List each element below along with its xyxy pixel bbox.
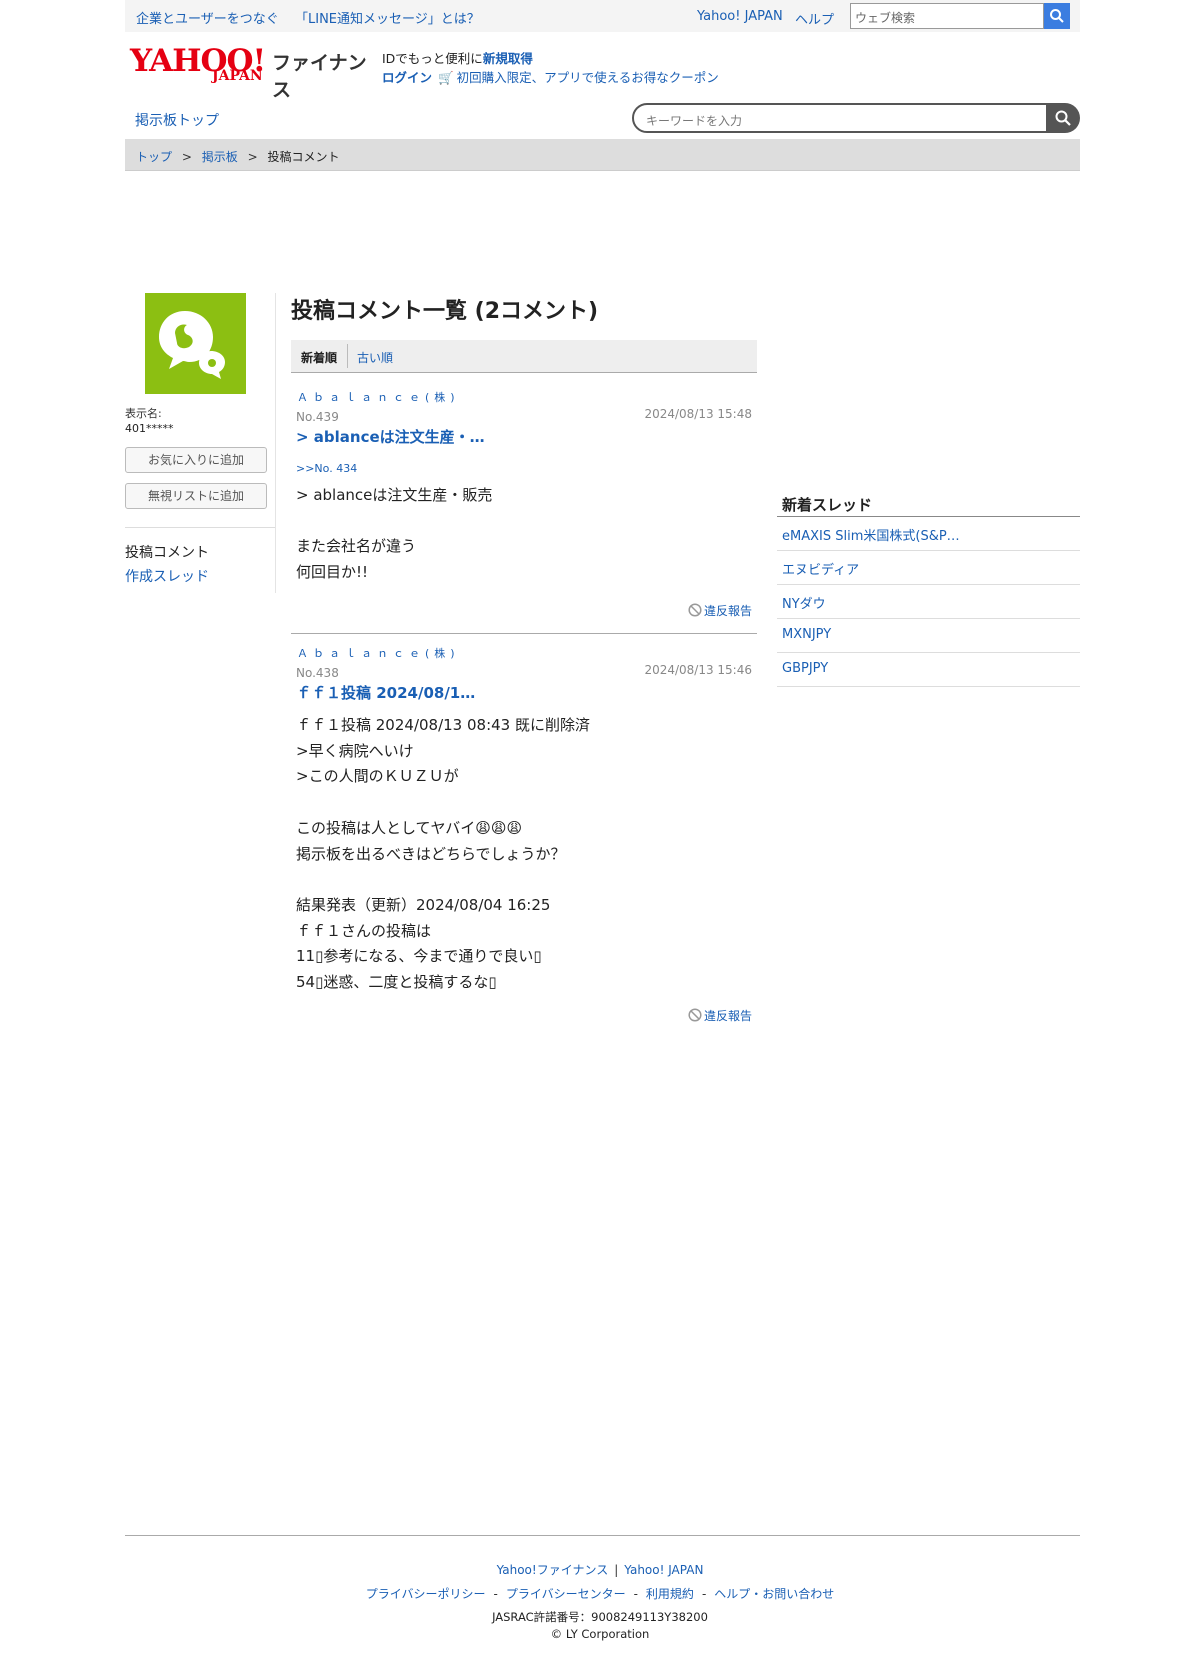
jasrac-number: JASRAC許諾番号：9008249113Y38200 xyxy=(492,1610,708,1624)
reply-to-link[interactable]: >>No. 434 xyxy=(296,462,357,475)
speech-bubbles-icon xyxy=(159,311,225,379)
coupon-link[interactable]: 初回購入限定、アプリで使えるお得なクーポン xyxy=(457,70,719,85)
divider xyxy=(125,527,275,528)
signup-link[interactable]: 新規取得 xyxy=(483,51,533,66)
page-title: 投稿コメント一覧 (2コメント) xyxy=(291,299,599,324)
comment-number: No.439 xyxy=(296,410,339,424)
divider xyxy=(275,293,276,593)
link-line-notification[interactable]: 「LINE通知メッセージ」とは？ xyxy=(295,8,480,27)
keyword-search-input[interactable]: キーワードを入力 xyxy=(632,103,1048,133)
thread-link[interactable]: MXNJPY xyxy=(782,627,831,642)
web-search-button[interactable] xyxy=(1044,3,1070,29)
company-link[interactable]: Ａｂａｌａｎｃｅ(株) xyxy=(297,645,460,661)
sort-bar: 新着順 古い順 xyxy=(291,340,757,373)
login-coupon-line: ログイン 🛒 初回購入限定、アプリで使えるお得なクーポン xyxy=(382,67,719,86)
thread-link[interactable]: GBPJPY xyxy=(782,661,828,676)
breadcrumb-board[interactable]: 掲示板 xyxy=(202,150,238,164)
footer-separator: - xyxy=(701,1587,707,1601)
breadcrumb-top[interactable]: トップ xyxy=(136,150,172,164)
comment-title-link[interactable]: ｆｆ１投稿 2024/08/1… xyxy=(296,682,475,703)
breadcrumb-separator: > xyxy=(247,150,258,164)
nav-created-threads[interactable]: 作成スレッド xyxy=(125,566,209,586)
sort-newest-tab[interactable]: 新着順 xyxy=(301,349,337,366)
divider xyxy=(777,686,1080,687)
nav-posted-comments[interactable]: 投稿コメント xyxy=(125,542,209,562)
divider xyxy=(777,652,1080,653)
footer-links-primary: Yahoo!ファイナンス | Yahoo! JAPAN xyxy=(0,1561,1200,1578)
thread-link[interactable]: NYダウ xyxy=(782,593,826,612)
comment-datetime: 2024/08/13 15:46 xyxy=(644,663,752,677)
new-threads-heading: 新着スレッド xyxy=(782,496,873,514)
footer-separator: - xyxy=(493,1587,498,1601)
divider xyxy=(777,584,1080,585)
keyword-search-button[interactable] xyxy=(1046,103,1080,133)
report-link[interactable]: 違反報告 xyxy=(688,602,752,619)
link-yahoo-japan[interactable]: Yahoo! JAPAN xyxy=(697,9,783,24)
report-label: 違反報告 xyxy=(703,1009,752,1023)
login-link[interactable]: ログイン xyxy=(382,70,432,85)
logo-finance-text: ファイナンス xyxy=(272,52,367,101)
footer-terms-link[interactable]: 利用規約 xyxy=(646,1587,694,1601)
divider xyxy=(777,516,1080,517)
comment-body: ｆｆ１投稿 2024/08/13 08:43 既に削除済 >早く病院へいけ >こ… xyxy=(296,716,590,992)
comment-post: Ａｂａｌａｎｃｅ(株) No.438 2024/08/13 15:46 ｆｆ１投… xyxy=(291,645,757,1025)
breadcrumb: トップ > 掲示板 > 投稿コメント xyxy=(125,139,1080,171)
display-name: 401***** xyxy=(125,422,174,435)
footer-help-contact-link[interactable]: ヘルプ・お問い合わせ xyxy=(714,1587,834,1601)
prohibited-icon xyxy=(688,603,702,617)
divider xyxy=(291,633,757,634)
promo-text: IDでもっと便利に xyxy=(382,51,483,66)
logo-japan-text: JAPAN xyxy=(212,68,263,84)
cart-icon: 🛒 xyxy=(438,70,454,85)
report-link[interactable]: 違反報告 xyxy=(688,1007,752,1024)
footer-yahoo-japan-link[interactable]: Yahoo! JAPAN xyxy=(624,1563,703,1577)
link-connect-users[interactable]: 企業とユーザーをつなぐ xyxy=(136,8,279,27)
add-favorite-button[interactable]: お気に入りに追加 xyxy=(125,447,267,473)
company-link[interactable]: Ａｂａｌａｎｃｅ(株) xyxy=(297,389,460,405)
web-search-input[interactable]: ウェブ検索 xyxy=(850,3,1044,29)
breadcrumb-separator: > xyxy=(181,150,192,164)
sort-oldest-tab[interactable]: 古い順 xyxy=(357,349,393,366)
thread-link[interactable]: エヌビディア xyxy=(782,559,859,578)
report-label: 違反報告 xyxy=(703,604,752,618)
footer-privacy-policy-link[interactable]: プライバシーポリシー xyxy=(366,1587,486,1601)
divider xyxy=(347,344,348,368)
footer-separator: - xyxy=(633,1587,638,1601)
board-top-link[interactable]: 掲示板トップ xyxy=(135,110,219,130)
copyright: © LY Corporation xyxy=(550,1627,650,1641)
footer-divider xyxy=(125,1535,1080,1536)
promo-line: IDでもっと便利に新規取得 xyxy=(382,48,533,67)
search-icon xyxy=(1050,9,1064,23)
footer-privacy-center-link[interactable]: プライバシーセンター xyxy=(506,1587,626,1601)
add-ignore-list-button[interactable]: 無視リストに追加 xyxy=(125,483,267,509)
link-help[interactable]: ヘルプ xyxy=(795,9,834,28)
top-bar: 企業とユーザーをつなぐ 「LINE通知メッセージ」とは？ Yahoo! JAPA… xyxy=(125,0,1080,32)
breadcrumb-current: 投稿コメント xyxy=(267,150,340,164)
comment-post: Ａｂａｌａｎｃｅ(株) No.439 2024/08/13 15:48 > ab… xyxy=(291,389,757,629)
search-icon xyxy=(1055,110,1071,126)
post-separator-wrap xyxy=(291,633,757,634)
yahoo-finance-logo[interactable]: YAHOO! JAPAN ファイナンス xyxy=(130,44,372,101)
comment-datetime: 2024/08/13 15:48 xyxy=(644,407,752,421)
divider xyxy=(777,550,1080,551)
display-name-label: 表示名: xyxy=(125,407,162,420)
comment-body: > ablanceは注文生産・販売 また会社名が違う 何回目か!! xyxy=(296,486,493,582)
footer-links-secondary: プライバシーポリシー - プライバシーセンター - 利用規約 - ヘルプ・お問い合わせ xyxy=(0,1585,1200,1602)
footer-yahoo-finance-link[interactable]: Yahoo!ファイナンス xyxy=(497,1563,609,1577)
divider xyxy=(777,618,1080,619)
avatar xyxy=(145,293,246,394)
comment-number: No.438 xyxy=(296,666,339,680)
thread-link[interactable]: eMAXIS Slim米国株式(S&P… xyxy=(782,525,960,544)
prohibited-icon xyxy=(688,1008,702,1022)
footer-separator: | xyxy=(614,1563,619,1577)
comment-title-link[interactable]: > ablanceは注文生産・… xyxy=(296,426,485,447)
